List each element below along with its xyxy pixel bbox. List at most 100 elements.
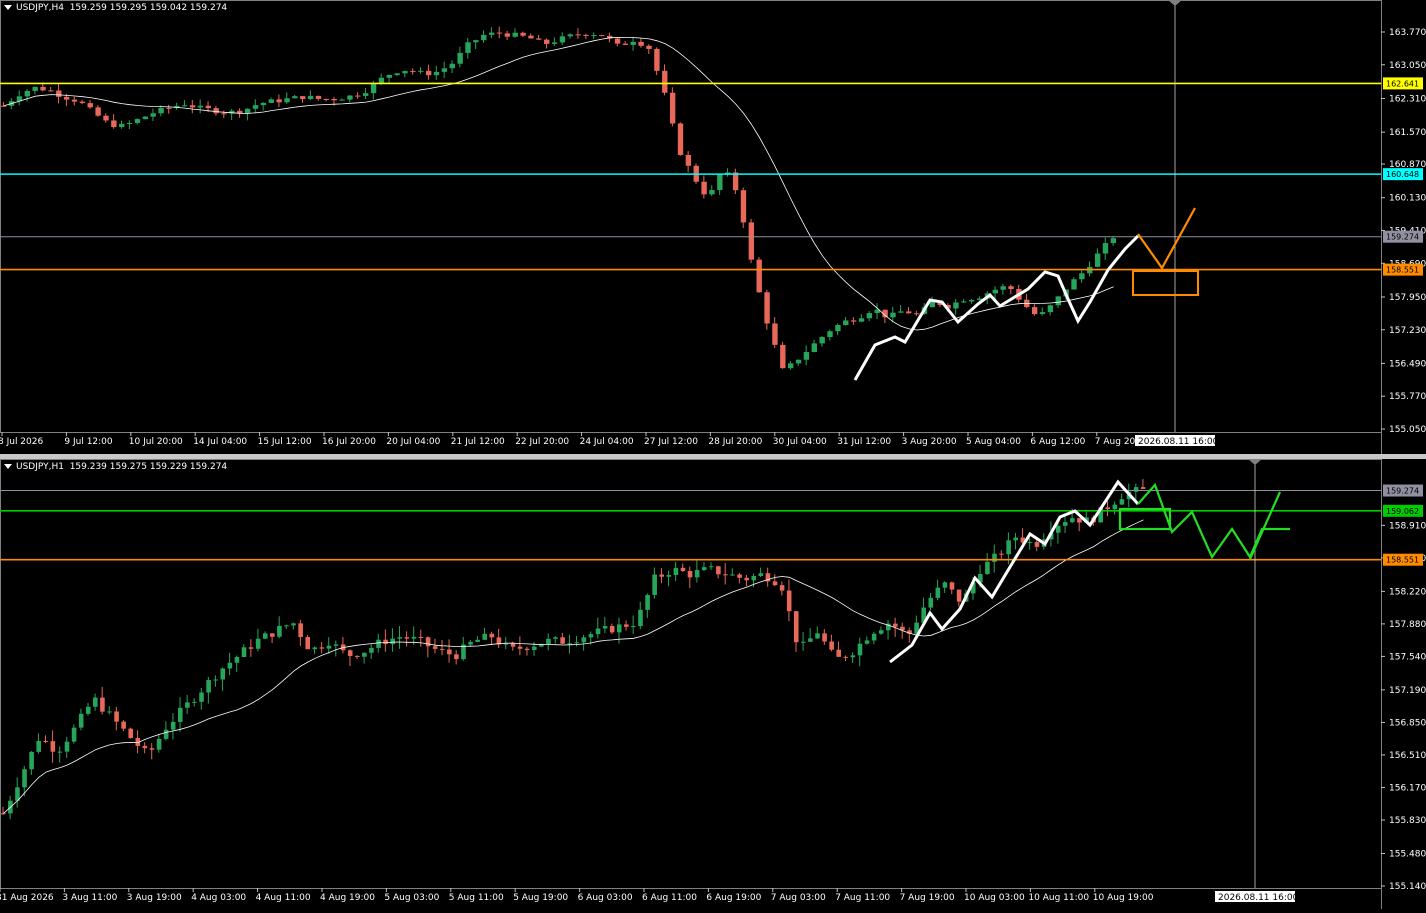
h1-symbol-header: USDJPY,H1 159.239 159.275 159.229 159.27… bbox=[4, 462, 227, 472]
candle-body bbox=[808, 638, 813, 642]
price-level-label: 162.641 bbox=[1386, 79, 1419, 88]
candle-body bbox=[1112, 504, 1118, 510]
moving-average-line bbox=[3, 519, 1144, 814]
candle-body bbox=[609, 626, 615, 633]
collapse-triangle-icon[interactable] bbox=[4, 464, 12, 469]
h4-symbol-header: USDJPY,H4 159.259 159.295 159.042 159.27… bbox=[4, 3, 227, 13]
candle-body bbox=[1079, 273, 1085, 280]
candle-body bbox=[111, 120, 117, 128]
candle-body bbox=[1000, 286, 1006, 290]
candle-body bbox=[142, 745, 148, 749]
candle-body bbox=[315, 95, 322, 99]
candle-body bbox=[85, 706, 91, 714]
candle-body bbox=[248, 647, 254, 649]
candle-body bbox=[425, 637, 431, 647]
candle-body bbox=[898, 311, 904, 313]
plot-frame bbox=[0, 0, 1382, 433]
candle-body bbox=[772, 323, 778, 345]
y-tick-label: 157.540 bbox=[1389, 652, 1426, 662]
y-tick-label: 155.770 bbox=[1389, 392, 1426, 402]
candle-body bbox=[48, 90, 54, 92]
candle-body bbox=[1047, 305, 1054, 313]
x-tick-label: 7 Aug 11:00 bbox=[835, 893, 890, 903]
candle-body bbox=[575, 34, 581, 36]
candle-body bbox=[517, 646, 523, 649]
x-tick-label: 20 Jul 04:00 bbox=[386, 437, 440, 447]
candle-body bbox=[1055, 296, 1061, 306]
candle-body bbox=[893, 623, 898, 627]
candle-body bbox=[595, 628, 601, 635]
candle-body bbox=[758, 573, 764, 576]
candle-body bbox=[843, 320, 849, 325]
candle-body bbox=[1119, 499, 1125, 505]
candle-body bbox=[723, 574, 728, 576]
candle-body bbox=[22, 769, 27, 788]
candle-body bbox=[213, 679, 218, 681]
candle-body bbox=[40, 86, 46, 91]
candle-body bbox=[504, 33, 511, 37]
h1-chart[interactable]: 158.910158.570158.220157.880157.540157.1… bbox=[0, 459, 1426, 909]
x-tick-label: 3 Aug 19:00 bbox=[127, 893, 182, 903]
candle-body bbox=[857, 643, 863, 656]
h4-chart[interactable]: 163.770163.050162.310161.570160.870160.1… bbox=[0, 0, 1426, 455]
candle-body bbox=[819, 337, 825, 344]
candle-body bbox=[646, 45, 652, 49]
candle-body bbox=[95, 107, 101, 116]
candle-body bbox=[961, 301, 967, 303]
candle-body bbox=[942, 582, 948, 588]
x-tick-label: 27 Jul 12:00 bbox=[644, 437, 698, 447]
candle-body bbox=[1031, 307, 1038, 315]
h4-chart-panel[interactable]: 163.770 163.050 162.310 161.570 160.870 160.1… bbox=[0, 0, 1426, 455]
candle-body bbox=[170, 721, 176, 730]
candle-body bbox=[418, 70, 424, 72]
candle-body bbox=[638, 41, 644, 46]
y-tick-label: 155.050 bbox=[1389, 425, 1426, 435]
candle-body bbox=[163, 729, 169, 739]
price-level-label: 159.274 bbox=[1386, 487, 1419, 496]
x-tick-label: 7 Aug 03:00 bbox=[771, 893, 826, 903]
y-tick-label: 157.190 bbox=[1389, 686, 1426, 696]
candle-body bbox=[300, 96, 306, 100]
candle-body bbox=[871, 633, 877, 641]
h1-chart-panel[interactable]: 158.910158.570158.220157.880157.540157.1… bbox=[0, 459, 1426, 909]
price-level-label: 159.274 bbox=[1386, 233, 1419, 242]
candle-body bbox=[866, 313, 873, 319]
candle-body bbox=[1039, 312, 1046, 315]
x-tick-label: 21 Jul 12:00 bbox=[451, 437, 505, 447]
candle-body bbox=[701, 567, 707, 571]
support-zone-box bbox=[1132, 270, 1199, 296]
candle-body bbox=[121, 721, 126, 729]
x-tick-label: 3 Aug 11:00 bbox=[62, 893, 117, 903]
candle-body bbox=[355, 95, 361, 97]
candle-body bbox=[1071, 279, 1077, 290]
candle-body bbox=[199, 692, 204, 702]
y-tick-label: 157.230 bbox=[1389, 326, 1426, 336]
candle-body bbox=[669, 92, 676, 124]
candle-body bbox=[206, 680, 211, 693]
candle-body bbox=[843, 656, 849, 658]
x-tick-label: 10 Aug 11:00 bbox=[1028, 893, 1089, 903]
candle-body bbox=[376, 639, 381, 648]
candle-body bbox=[786, 590, 792, 612]
candle-body bbox=[503, 643, 509, 645]
candle-body bbox=[890, 312, 896, 318]
candle-body bbox=[156, 738, 162, 750]
candle-body bbox=[307, 95, 314, 100]
candle-body bbox=[638, 609, 643, 627]
price-level-label: 158.551 bbox=[1386, 266, 1419, 275]
y-tick-label: 156.510 bbox=[1389, 751, 1426, 761]
collapse-triangle-icon[interactable] bbox=[4, 5, 12, 10]
candle-body bbox=[654, 48, 660, 71]
candle-body bbox=[56, 90, 62, 97]
candle-body bbox=[992, 553, 997, 562]
projection-breakout-line bbox=[1248, 491, 1282, 560]
x-tick-label: 6 Aug 12:00 bbox=[1030, 437, 1085, 447]
candle-body bbox=[1006, 540, 1011, 555]
candle-body bbox=[347, 95, 353, 100]
candle-body bbox=[107, 711, 112, 713]
candle-body bbox=[103, 115, 109, 121]
candle-body bbox=[197, 105, 204, 108]
y-tick-label: 163.770 bbox=[1389, 28, 1426, 38]
candle-body bbox=[454, 654, 459, 660]
candle-body bbox=[128, 728, 134, 739]
